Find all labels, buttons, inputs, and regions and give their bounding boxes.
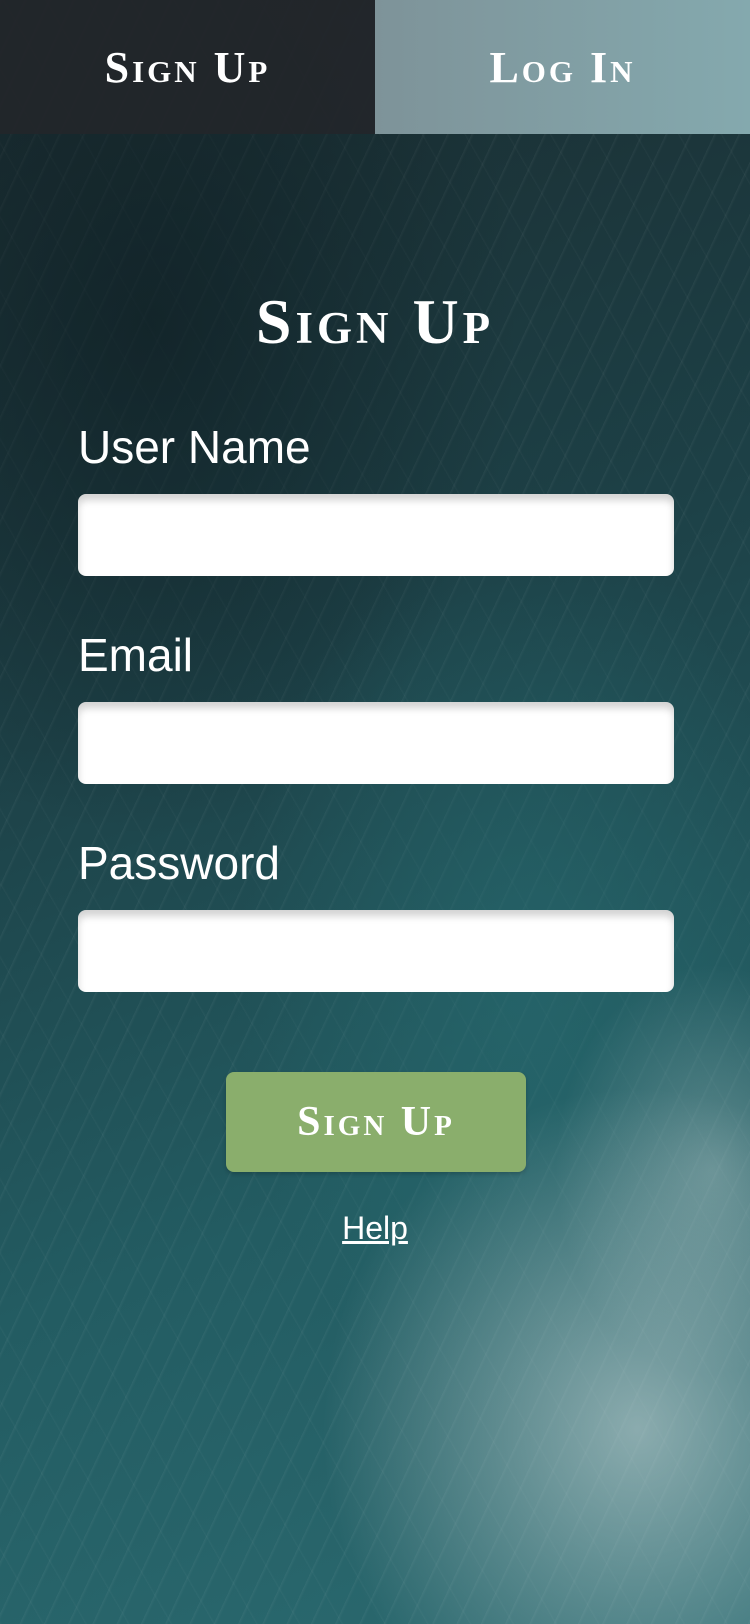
tab-log-in[interactable]: Log In bbox=[375, 0, 750, 134]
page-title: Sign Up bbox=[255, 286, 495, 357]
tab-bar: Sign Up Log In bbox=[0, 0, 750, 134]
tab-sign-up[interactable]: Sign Up bbox=[0, 0, 375, 134]
email-label: Email bbox=[78, 629, 194, 681]
password-label: Password bbox=[78, 837, 280, 889]
username-input[interactable] bbox=[78, 494, 674, 576]
password-input[interactable] bbox=[78, 910, 674, 992]
username-label: User Name bbox=[78, 421, 311, 473]
sign-up-button[interactable]: Sign Up bbox=[226, 1072, 526, 1172]
help-link[interactable]: Help bbox=[0, 1210, 750, 1247]
email-input[interactable] bbox=[78, 702, 674, 784]
